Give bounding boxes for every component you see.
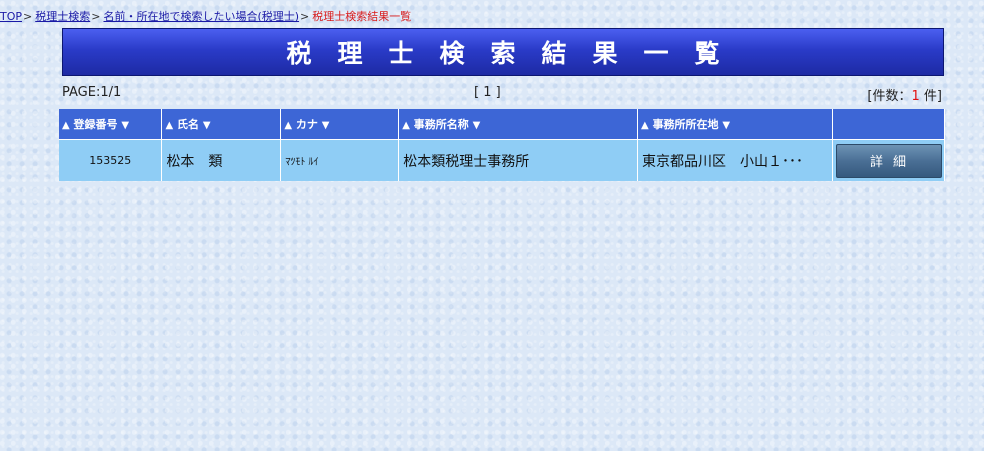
count-value: 1 (911, 89, 920, 104)
page-title-bar: 税理士検索結果一覧 (62, 28, 944, 76)
cell-reg-no: 153525 (59, 139, 163, 181)
cell-action: 詳細 (832, 139, 946, 181)
breadcrumb-separator: > (300, 10, 310, 23)
sort-asc-icon[interactable]: ▲ (284, 120, 292, 131)
breadcrumb-search-link[interactable]: 税理士検索 (35, 10, 90, 23)
breadcrumb: TOP> 税理士検索> 名前・所在地で検索したい場合(税理士)> 税理士検索結果一覧 (0, 8, 411, 24)
page-links[interactable]: [ 1 ] (474, 85, 501, 100)
table-row: 153525 松本 類 ﾏﾂﾓﾄ ﾙｲ 松本類税理士事務所 東京都品川区 小山１… (59, 139, 946, 181)
header-label: カナ (295, 118, 318, 131)
header-label: 登録番号 (73, 118, 118, 131)
cell-kana: ﾏﾂﾓﾄ ﾙｲ (280, 139, 400, 181)
breadcrumb-separator: > (91, 10, 101, 23)
sort-desc-icon[interactable]: ▼ (722, 120, 730, 131)
table-header-row: ▲ 登録番号 ▼ ▲ 氏名 ▼ ▲ カナ ▼ ▲ 事務所名称 ▼ ▲ 事務所所在 (59, 109, 946, 140)
column-header-office-name: ▲ 事務所名称 ▼ (398, 109, 639, 140)
breadcrumb-name-search-link[interactable]: 名前・所在地で検索したい場合(税理士) (103, 10, 299, 23)
page-title: 税理士検索結果一覧 (286, 39, 746, 68)
detail-button[interactable]: 詳細 (835, 143, 942, 178)
breadcrumb-current: 税理士検索結果一覧 (312, 10, 412, 23)
sort-desc-icon[interactable]: ▼ (121, 120, 129, 131)
result-count: [件数：1 件] (867, 85, 942, 104)
page-info: PAGE:1/1 (62, 85, 122, 100)
sort-desc-icon[interactable]: ▼ (322, 120, 330, 131)
cell-office-name: 松本類税理士事務所 (398, 139, 639, 181)
cell-office-address: 東京都品川区 小山１･･･ (637, 139, 833, 181)
breadcrumb-separator: > (23, 10, 33, 23)
sort-asc-icon[interactable]: ▲ (402, 120, 410, 131)
header-label: 事務所所在地 (652, 118, 719, 131)
sort-asc-icon[interactable]: ▲ (62, 120, 70, 131)
sort-desc-icon[interactable]: ▼ (473, 120, 481, 131)
column-header-kana: ▲ カナ ▼ (280, 109, 400, 140)
column-header-reg-no: ▲ 登録番号 ▼ (59, 109, 163, 140)
results-table: ▲ 登録番号 ▼ ▲ 氏名 ▼ ▲ カナ ▼ ▲ 事務所名称 ▼ ▲ 事務所所在 (59, 109, 946, 181)
sort-desc-icon[interactable]: ▼ (203, 120, 211, 131)
count-prefix: [件数： (867, 89, 912, 104)
cell-name: 松本 類 (161, 139, 282, 181)
column-header-office-address: ▲ 事務所所在地 ▼ (637, 109, 833, 140)
breadcrumb-top-link[interactable]: TOP (0, 10, 22, 23)
column-header-name: ▲ 氏名 ▼ (161, 109, 282, 140)
header-label: 事務所名称 (413, 118, 469, 131)
header-label: 氏名 (176, 118, 199, 131)
count-suffix: 件] (919, 89, 942, 104)
column-header-action (832, 109, 946, 140)
sort-asc-icon[interactable]: ▲ (641, 120, 649, 131)
sort-asc-icon[interactable]: ▲ (165, 120, 173, 131)
